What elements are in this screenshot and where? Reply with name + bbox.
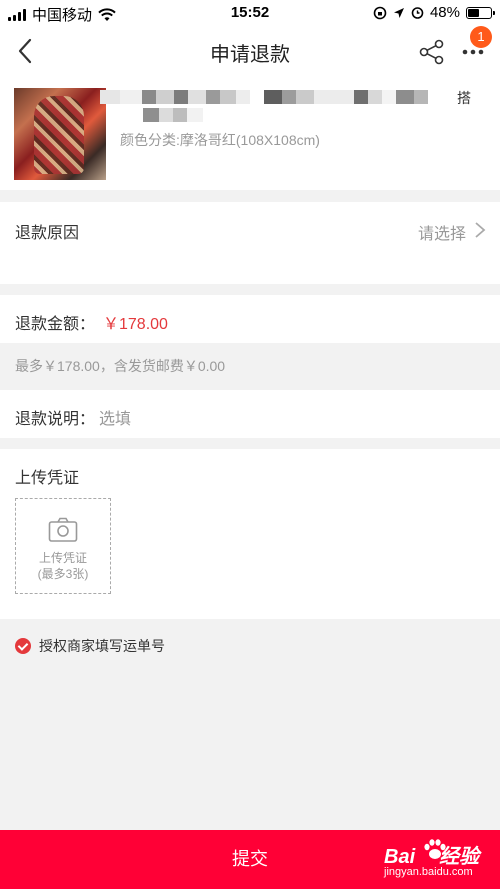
camera-icon [48, 517, 78, 542]
upload-section: 上传凭证 上传凭证 (最多3张) [0, 449, 500, 619]
chevron-right-icon [475, 222, 486, 238]
paw-icon [424, 839, 446, 859]
refund-explain-input[interactable]: 选填 [99, 405, 131, 429]
authorize-option[interactable]: 授权商家填写运单号 [15, 636, 165, 656]
refund-reason-select[interactable]: 请选择 [418, 220, 466, 244]
authorize-label: 授权商家填写运单号 [39, 638, 165, 654]
location-icon [393, 7, 404, 18]
upload-label: 上传凭证 [15, 470, 80, 487]
battery-icon [466, 6, 495, 19]
watermark-brand-a: Bai [384, 846, 416, 868]
notification-badge: 1 [470, 26, 492, 48]
product-card[interactable]: 搭 颜色分类:摩洛哥红(108X108cm) [0, 76, 500, 190]
product-thumbnail [14, 88, 106, 180]
rotation-lock-icon [373, 6, 387, 19]
refund-amount-value[interactable]: ￥178.00 [103, 310, 168, 334]
checkbox-checked-icon[interactable] [15, 638, 31, 654]
nav-bar: 申请退款 1 [0, 26, 500, 76]
refund-explain-label: 退款说明： [15, 411, 96, 428]
status-bar: 中国移动 15:52 48% [0, 0, 500, 26]
upload-photo-button[interactable]: 上传凭证 (最多3张) [15, 498, 111, 594]
refund-explain-row[interactable]: 退款说明： 选填 [0, 390, 500, 438]
upload-box-label: 上传凭证 [38, 551, 87, 565]
baidu-jingyan-watermark: Bai 经验 jingyan.baidu.com [382, 836, 500, 886]
alarm-icon [411, 7, 424, 19]
watermark-url: jingyan.baidu.com [384, 866, 473, 878]
product-sku: 颜色分类:摩洛哥红(108X108cm) [120, 132, 320, 148]
refund-amount-row: 退款金额： ￥178.00 [0, 295, 500, 343]
upload-box-limit: (最多3张) [37, 567, 89, 581]
refund-amount-note: 最多￥178.00，含发货邮费￥0.00 [15, 358, 226, 374]
share-icon[interactable] [418, 38, 446, 66]
refund-reason-label: 退款原因 [15, 225, 80, 242]
refund-reason-row[interactable]: 退款原因 请选择 [0, 202, 500, 284]
product-title-end: 搭 [457, 90, 471, 106]
refund-amount-label: 退款金额： [15, 316, 96, 333]
battery-percent: 48% [429, 4, 460, 21]
